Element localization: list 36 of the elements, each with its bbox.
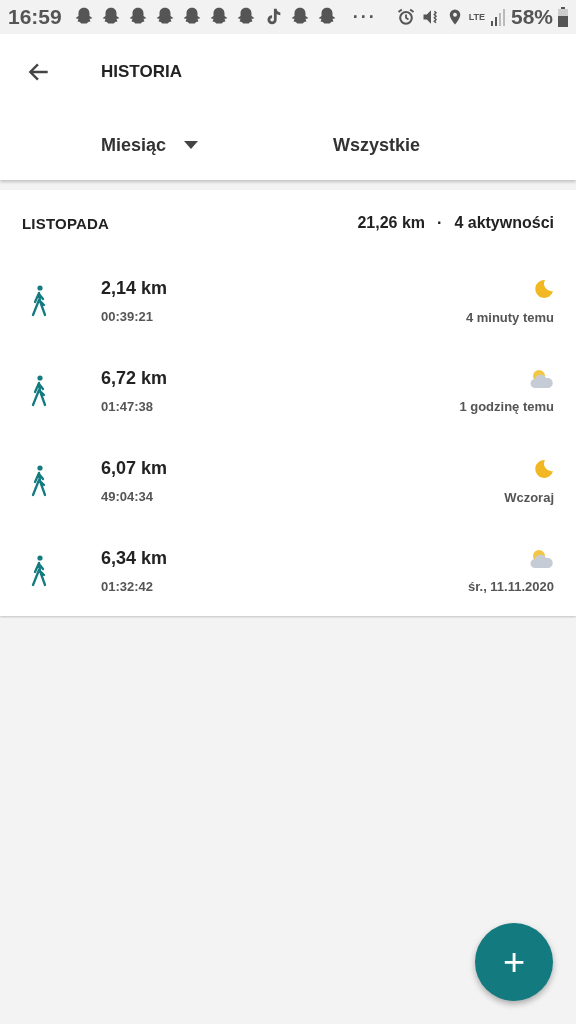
battery-icon bbox=[558, 7, 568, 27]
cloud-sun-icon bbox=[530, 368, 554, 389]
page-title: HISTORIA bbox=[101, 62, 182, 82]
activity-duration: 01:47:38 bbox=[101, 399, 155, 414]
dropdown-caret-icon bbox=[184, 141, 199, 149]
activity-time: 1 godzinę temu bbox=[459, 398, 554, 414]
walking-person-icon bbox=[30, 555, 48, 587]
activity-time: 4 minuty temu bbox=[465, 309, 554, 325]
walking-person-icon bbox=[30, 375, 48, 407]
activity-count: 4 aktywności bbox=[454, 214, 554, 232]
signal-icon bbox=[489, 8, 506, 26]
activity-distance: 6,07 km bbox=[101, 458, 169, 479]
filter-button[interactable]: Wszystkie bbox=[333, 134, 421, 156]
separator-dot: · bbox=[437, 214, 443, 232]
activity-duration: 01:32:42 bbox=[101, 579, 155, 594]
activity-duration: 00:39:21 bbox=[101, 309, 155, 324]
walking-person-icon bbox=[30, 285, 48, 317]
clock-time: 16:59 bbox=[8, 5, 62, 29]
moon-icon bbox=[532, 277, 554, 300]
activity-distance: 6,72 km bbox=[101, 368, 169, 389]
moon-icon bbox=[532, 457, 554, 480]
activity-distance: 6,34 km bbox=[101, 548, 169, 569]
month-dropdown[interactable]: Miesiąc bbox=[101, 134, 333, 156]
activity-time: śr., 11.11.2020 bbox=[467, 578, 554, 594]
activity-duration: 49:04:34 bbox=[101, 489, 155, 504]
activity-time: Wczoraj bbox=[504, 489, 554, 505]
activity-distance: 2,14 km bbox=[101, 278, 169, 299]
add-button[interactable]: + bbox=[475, 923, 553, 1001]
battery-percent: 58% bbox=[510, 5, 553, 29]
total-distance: 21,26 km bbox=[357, 214, 426, 232]
network-type: LTE bbox=[468, 12, 485, 22]
cloud-sun-icon bbox=[530, 548, 554, 569]
more-notifications: ··· bbox=[352, 6, 377, 28]
walking-person-icon bbox=[30, 465, 48, 497]
month-heading: LISTOPADA bbox=[22, 214, 111, 232]
alarm-clock-icon bbox=[395, 7, 416, 27]
